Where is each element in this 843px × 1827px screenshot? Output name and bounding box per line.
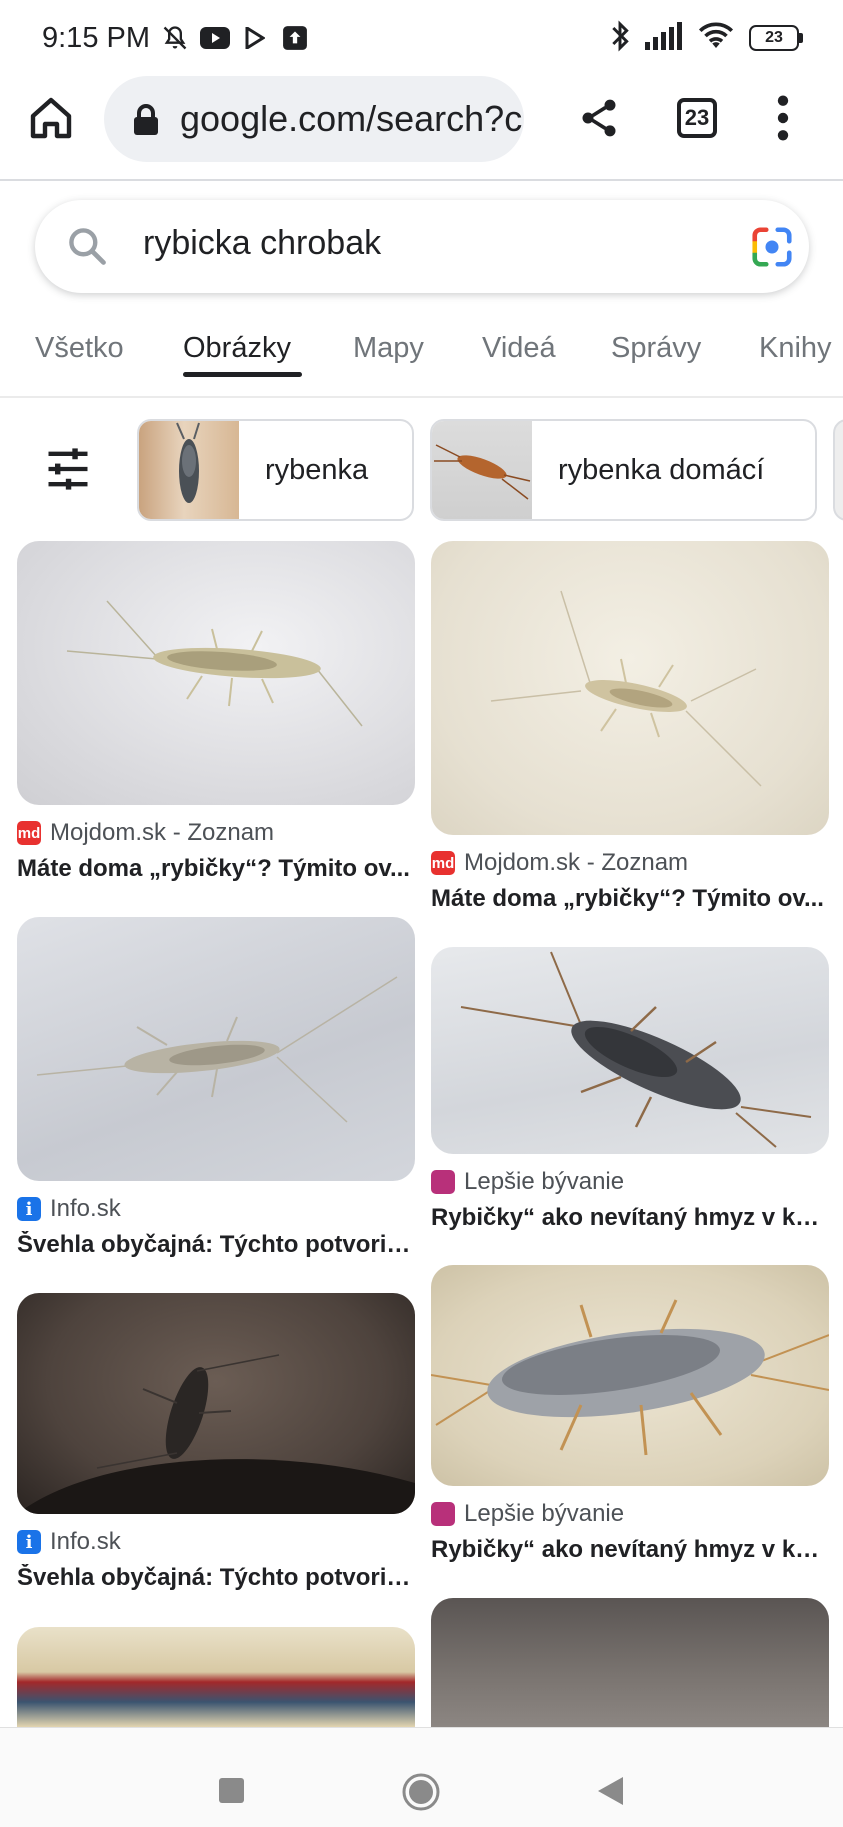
image-result[interactable]: Lepšie bývanie Rybičky“ ako nevítaný hmy… [431, 1265, 829, 1564]
search-icon [69, 228, 106, 265]
mojdom-favicon: md [431, 851, 455, 875]
result-image[interactable] [431, 1598, 829, 1727]
google-lens-icon[interactable] [749, 224, 795, 270]
search-input[interactable]: rybicka chrobak [143, 224, 381, 263]
toolbar-divider [0, 179, 843, 181]
result-source[interactable]: i Info.sk [17, 1528, 415, 1556]
result-source[interactable]: Lepšie bývanie [431, 1500, 829, 1528]
result-title[interactable]: Švehla obyčajná: Týchto potvorie... [17, 1231, 415, 1259]
wifi-icon [697, 21, 735, 56]
lepsie-byvanie-favicon [431, 1502, 455, 1526]
image-result[interactable]: md Mojdom.sk - Zoznam Máte doma „rybičky… [431, 541, 829, 913]
result-image[interactable] [17, 1627, 415, 1727]
status-time: 9:15 PM [42, 21, 150, 54]
info-favicon: i [17, 1197, 41, 1221]
info-favicon: i [17, 1530, 41, 1554]
share-button[interactable] [577, 96, 621, 140]
battery-icon: 23 [749, 25, 803, 51]
mojdom-favicon: md [17, 821, 41, 845]
result-image[interactable] [431, 541, 829, 835]
system-nav-bar [0, 1727, 843, 1827]
url-bar[interactable]: google.com/search?c [104, 76, 524, 162]
result-source-name: Info.sk [50, 1195, 121, 1222]
home-circle-icon[interactable] [401, 1772, 441, 1812]
play-store-icon [240, 23, 270, 53]
status-bar: 9:15 PM 23 [0, 0, 843, 76]
search-box[interactable]: rybicka chrobak [35, 200, 809, 293]
result-source-name: Mojdom.sk - Zoznam [50, 819, 275, 846]
result-image[interactable] [431, 1265, 829, 1486]
result-image[interactable] [17, 541, 415, 805]
chip-rybenka[interactable]: rybenka [137, 419, 414, 521]
search-tabs: Všetko Obrázky Mapy Videá Správy Knihy [0, 320, 843, 382]
battery-level: 23 [749, 25, 799, 51]
tab-count: 23 [684, 105, 710, 130]
url-text: google.com/search?c [180, 98, 523, 139]
result-title[interactable]: Máte doma „rybičky“? Týmito ov... [17, 855, 415, 883]
result-source[interactable]: i Info.sk [17, 1195, 415, 1223]
chip-thumbnail [139, 421, 239, 519]
result-source[interactable]: Lepšie bývanie [431, 1168, 829, 1196]
home-icon [30, 97, 72, 139]
image-result[interactable]: i Info.sk Švehla obyčajná: Týchto potvor… [17, 917, 415, 1259]
back-icon[interactable] [595, 1775, 625, 1807]
recent-apps-icon[interactable] [219, 1778, 244, 1803]
result-source-name: Info.sk [50, 1528, 121, 1555]
image-result[interactable] [17, 1627, 415, 1727]
image-result[interactable]: Lepšie bývanie Rybičky“ ako nevítaný hmy… [431, 947, 829, 1232]
browser-toolbar: google.com/search?c 23 [0, 76, 843, 180]
tab-all[interactable]: Všetko [35, 332, 124, 365]
chip-rybenka-domaci[interactable]: rybenka domácí [430, 419, 817, 521]
home-button[interactable] [27, 94, 75, 142]
lepsie-byvanie-favicon [431, 1170, 455, 1194]
upload-icon [280, 23, 310, 53]
tab-images[interactable]: Obrázky [183, 332, 291, 365]
result-image[interactable] [431, 947, 829, 1154]
chip-label: rybenka domácí [558, 453, 765, 486]
result-source[interactable]: md Mojdom.sk - Zoznam [17, 819, 415, 847]
signal-icon [645, 21, 683, 55]
filter-button[interactable] [42, 443, 94, 495]
tab-books[interactable]: Knihy [759, 332, 832, 365]
result-source[interactable]: md Mojdom.sk - Zoznam [431, 849, 829, 877]
tab-maps[interactable]: Mapy [353, 332, 424, 365]
image-result[interactable]: i Info.sk Švehla obyčajná: Týchto potvor… [17, 1293, 415, 1592]
result-title[interactable]: Máte doma „rybičky“? Týmito ov... [431, 885, 829, 913]
menu-icon [777, 95, 789, 141]
menu-button[interactable] [773, 93, 793, 143]
result-source-name: Lepšie bývanie [464, 1168, 625, 1195]
mute-bell-icon [160, 23, 190, 53]
youtube-icon [200, 23, 230, 53]
tab-news[interactable]: Správy [611, 332, 701, 365]
tab-switcher-button[interactable]: 23 [677, 98, 717, 138]
lock-icon [134, 104, 158, 135]
result-image[interactable] [17, 1293, 415, 1514]
result-source-name: Mojdom.sk - Zoznam [464, 849, 689, 876]
chip-thumbnail [432, 421, 532, 519]
result-title[interactable]: Rybičky“ ako nevítaný hmyz v kú... [431, 1536, 829, 1564]
image-result[interactable] [431, 1598, 829, 1727]
bluetooth-icon [609, 19, 631, 57]
chip-label: rybenka [265, 453, 369, 486]
image-result[interactable]: md Mojdom.sk - Zoznam Máte doma „rybičky… [17, 541, 415, 883]
result-title[interactable]: Švehla obyčajná: Týchto potvorie... [17, 1564, 415, 1592]
share-icon [582, 99, 616, 137]
active-tab-indicator [183, 372, 302, 377]
result-image[interactable] [17, 917, 415, 1181]
tab-videos[interactable]: Videá [482, 332, 556, 365]
tabs-divider [0, 396, 843, 398]
result-title[interactable]: Rybičky“ ako nevítaný hmyz v kú... [431, 1204, 829, 1232]
result-source-name: Lepšie bývanie [464, 1500, 625, 1527]
tune-icon [48, 448, 88, 490]
chip-partial[interactable] [833, 419, 843, 521]
